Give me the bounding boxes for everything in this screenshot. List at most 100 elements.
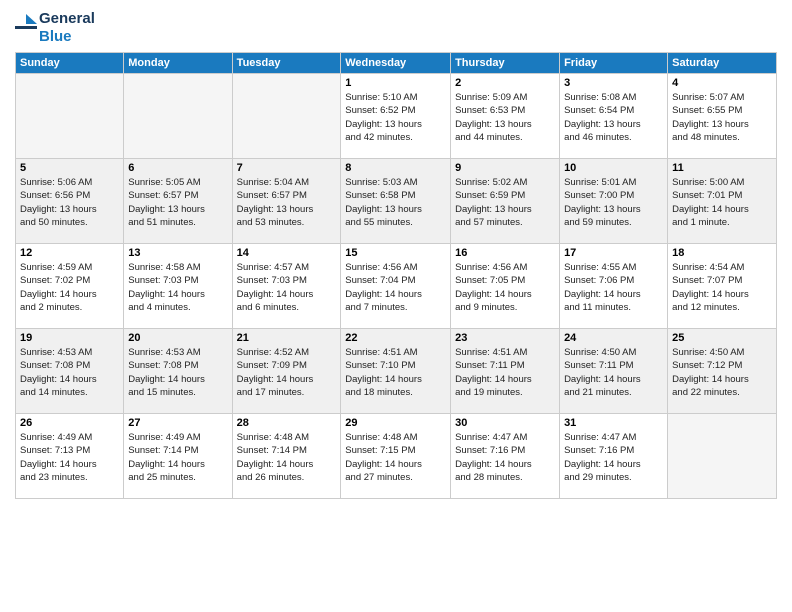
calendar-cell: 23Sunrise: 4:51 AM Sunset: 7:11 PM Dayli… bbox=[451, 329, 560, 414]
calendar-cell: 15 Sunrise: 4:56 AM Sunset: 7:04 PM Dayli… bbox=[341, 244, 451, 329]
day-info: Sunrise: 5:10 AM Sunset: 6:52 PM Dayligh… bbox=[345, 91, 446, 144]
logo-text-blue: Blue bbox=[39, 28, 95, 46]
day-info: Sunrise: 4:51 AM Sunset: 7:10 PM Dayligh… bbox=[345, 346, 446, 399]
calendar-cell: 28 Sunrise: 4:48 AM Sunset: 7:14 PM Dayli… bbox=[232, 414, 341, 499]
calendar-cell: 2 Sunrise: 5:09 AM Sunset: 6:53 PM Daylig… bbox=[451, 74, 560, 159]
week-row-4: 19 Sunrise: 4:53 AM Sunset: 7:08 PM Dayli… bbox=[16, 329, 777, 414]
day-info: Sunrise: 5:07 AM Sunset: 6:55 PM Dayligh… bbox=[672, 91, 772, 144]
day-number: 18 bbox=[672, 247, 772, 259]
weekday-thursday: Thursday bbox=[451, 53, 560, 74]
day-info: Sunrise: 5:01 AM Sunset: 7:00 PM Dayligh… bbox=[564, 176, 663, 229]
weekday-wednesday: Wednesday bbox=[341, 53, 451, 74]
page-container: General Blue SundayMondayTuesdayWednesda… bbox=[0, 0, 792, 509]
calendar-cell: 3 Sunrise: 5:08 AM Sunset: 6:54 PM Daylig… bbox=[560, 74, 668, 159]
day-number: 12 bbox=[20, 247, 119, 259]
day-info: Sunrise: 5:05 AM Sunset: 6:57 PM Dayligh… bbox=[128, 176, 227, 229]
day-info: Sunrise: 4:49 AM Sunset: 7:13 PM Dayligh… bbox=[20, 431, 119, 484]
day-info: Sunrise: 4:57 AM Sunset: 7:03 PM Dayligh… bbox=[237, 261, 337, 314]
calendar-cell: 11Sunrise: 5:00 AM Sunset: 7:01 PM Dayli… bbox=[668, 159, 777, 244]
day-info: Sunrise: 5:03 AM Sunset: 6:58 PM Dayligh… bbox=[345, 176, 446, 229]
calendar-cell: 25 Sunrise: 4:50 AM Sunset: 7:12 PM Dayli… bbox=[668, 329, 777, 414]
day-number: 20 bbox=[128, 332, 227, 344]
calendar-cell: 5Sunrise: 5:06 AM Sunset: 6:56 PM Daylig… bbox=[16, 159, 124, 244]
day-info: Sunrise: 5:04 AM Sunset: 6:57 PM Dayligh… bbox=[237, 176, 337, 229]
day-number: 13 bbox=[128, 247, 227, 259]
day-number: 3 bbox=[564, 77, 663, 89]
day-number: 19 bbox=[20, 332, 119, 344]
calendar-cell: 10 Sunrise: 5:01 AM Sunset: 7:00 PM Dayli… bbox=[560, 159, 668, 244]
day-info: Sunrise: 4:53 AM Sunset: 7:08 PM Dayligh… bbox=[128, 346, 227, 399]
day-number: 4 bbox=[672, 77, 772, 89]
logo-text-general: General bbox=[39, 10, 95, 28]
calendar-cell: 4 Sunrise: 5:07 AM Sunset: 6:55 PM Daylig… bbox=[668, 74, 777, 159]
calendar-cell: 13Sunrise: 4:58 AM Sunset: 7:03 PM Dayli… bbox=[124, 244, 232, 329]
day-number: 9 bbox=[455, 162, 555, 174]
calendar-cell: 29Sunrise: 4:48 AM Sunset: 7:15 PM Dayli… bbox=[341, 414, 451, 499]
weekday-sunday: Sunday bbox=[16, 53, 124, 74]
day-number: 21 bbox=[237, 332, 337, 344]
day-info: Sunrise: 4:53 AM Sunset: 7:08 PM Dayligh… bbox=[20, 346, 119, 399]
weekday-saturday: Saturday bbox=[668, 53, 777, 74]
week-row-2: 5Sunrise: 5:06 AM Sunset: 6:56 PM Daylig… bbox=[16, 159, 777, 244]
calendar-cell: 6 Sunrise: 5:05 AM Sunset: 6:57 PM Daylig… bbox=[124, 159, 232, 244]
day-info: Sunrise: 5:09 AM Sunset: 6:53 PM Dayligh… bbox=[455, 91, 555, 144]
day-info: Sunrise: 4:56 AM Sunset: 7:05 PM Dayligh… bbox=[455, 261, 555, 314]
day-number: 14 bbox=[237, 247, 337, 259]
week-row-3: 12 Sunrise: 4:59 AM Sunset: 7:02 PM Dayli… bbox=[16, 244, 777, 329]
day-info: Sunrise: 4:55 AM Sunset: 7:06 PM Dayligh… bbox=[564, 261, 663, 314]
day-number: 16 bbox=[455, 247, 555, 259]
calendar-cell: 26 Sunrise: 4:49 AM Sunset: 7:13 PM Dayli… bbox=[16, 414, 124, 499]
calendar-cell: 24 Sunrise: 4:50 AM Sunset: 7:11 PM Dayli… bbox=[560, 329, 668, 414]
calendar-cell: 30Sunrise: 4:47 AM Sunset: 7:16 PM Dayli… bbox=[451, 414, 560, 499]
day-number: 28 bbox=[237, 417, 337, 429]
day-number: 10 bbox=[564, 162, 663, 174]
calendar-cell: 8Sunrise: 5:03 AM Sunset: 6:58 PM Daylig… bbox=[341, 159, 451, 244]
day-number: 22 bbox=[345, 332, 446, 344]
calendar-cell: 12 Sunrise: 4:59 AM Sunset: 7:02 PM Dayli… bbox=[16, 244, 124, 329]
calendar-cell: 17 Sunrise: 4:55 AM Sunset: 7:06 PM Dayli… bbox=[560, 244, 668, 329]
day-number: 24 bbox=[564, 332, 663, 344]
day-number: 26 bbox=[20, 417, 119, 429]
calendar-cell: 18Sunrise: 4:54 AM Sunset: 7:07 PM Dayli… bbox=[668, 244, 777, 329]
day-info: Sunrise: 4:48 AM Sunset: 7:14 PM Dayligh… bbox=[237, 431, 337, 484]
calendar-cell: 21 Sunrise: 4:52 AM Sunset: 7:09 PM Dayli… bbox=[232, 329, 341, 414]
weekday-tuesday: Tuesday bbox=[232, 53, 341, 74]
day-info: Sunrise: 4:56 AM Sunset: 7:04 PM Dayligh… bbox=[345, 261, 446, 314]
calendar-cell: 31Sunrise: 4:47 AM Sunset: 7:16 PM Dayli… bbox=[560, 414, 668, 499]
day-info: Sunrise: 4:50 AM Sunset: 7:11 PM Dayligh… bbox=[564, 346, 663, 399]
calendar-cell bbox=[668, 414, 777, 499]
calendar-cell: 7Sunrise: 5:04 AM Sunset: 6:57 PM Daylig… bbox=[232, 159, 341, 244]
week-row-5: 26 Sunrise: 4:49 AM Sunset: 7:13 PM Dayli… bbox=[16, 414, 777, 499]
day-info: Sunrise: 5:08 AM Sunset: 6:54 PM Dayligh… bbox=[564, 91, 663, 144]
day-number: 30 bbox=[455, 417, 555, 429]
calendar-cell bbox=[124, 74, 232, 159]
day-number: 6 bbox=[128, 162, 227, 174]
calendar-cell: 22 Sunrise: 4:51 AM Sunset: 7:10 PM Dayli… bbox=[341, 329, 451, 414]
day-info: Sunrise: 4:52 AM Sunset: 7:09 PM Dayligh… bbox=[237, 346, 337, 399]
calendar-cell bbox=[232, 74, 341, 159]
day-number: 17 bbox=[564, 247, 663, 259]
calendar-cell: 20 Sunrise: 4:53 AM Sunset: 7:08 PM Dayli… bbox=[124, 329, 232, 414]
day-info: Sunrise: 5:02 AM Sunset: 6:59 PM Dayligh… bbox=[455, 176, 555, 229]
calendar-cell: 19 Sunrise: 4:53 AM Sunset: 7:08 PM Dayli… bbox=[16, 329, 124, 414]
day-number: 11 bbox=[672, 162, 772, 174]
day-number: 31 bbox=[564, 417, 663, 429]
weekday-friday: Friday bbox=[560, 53, 668, 74]
weekday-header-row: SundayMondayTuesdayWednesdayThursdayFrid… bbox=[16, 53, 777, 74]
day-info: Sunrise: 4:48 AM Sunset: 7:15 PM Dayligh… bbox=[345, 431, 446, 484]
day-number: 27 bbox=[128, 417, 227, 429]
day-number: 2 bbox=[455, 77, 555, 89]
calendar-table: SundayMondayTuesdayWednesdayThursdayFrid… bbox=[15, 52, 777, 499]
weekday-monday: Monday bbox=[124, 53, 232, 74]
calendar-cell: 9 Sunrise: 5:02 AM Sunset: 6:59 PM Daylig… bbox=[451, 159, 560, 244]
calendar-cell: 27Sunrise: 4:49 AM Sunset: 7:14 PM Dayli… bbox=[124, 414, 232, 499]
logo: General Blue bbox=[15, 10, 95, 46]
day-number: 25 bbox=[672, 332, 772, 344]
day-number: 1 bbox=[345, 77, 446, 89]
header: General Blue bbox=[15, 10, 777, 46]
day-info: Sunrise: 5:06 AM Sunset: 6:56 PM Dayligh… bbox=[20, 176, 119, 229]
day-info: Sunrise: 4:50 AM Sunset: 7:12 PM Dayligh… bbox=[672, 346, 772, 399]
day-info: Sunrise: 4:51 AM Sunset: 7:11 PM Dayligh… bbox=[455, 346, 555, 399]
day-number: 15 bbox=[345, 247, 446, 259]
day-info: Sunrise: 4:59 AM Sunset: 7:02 PM Dayligh… bbox=[20, 261, 119, 314]
